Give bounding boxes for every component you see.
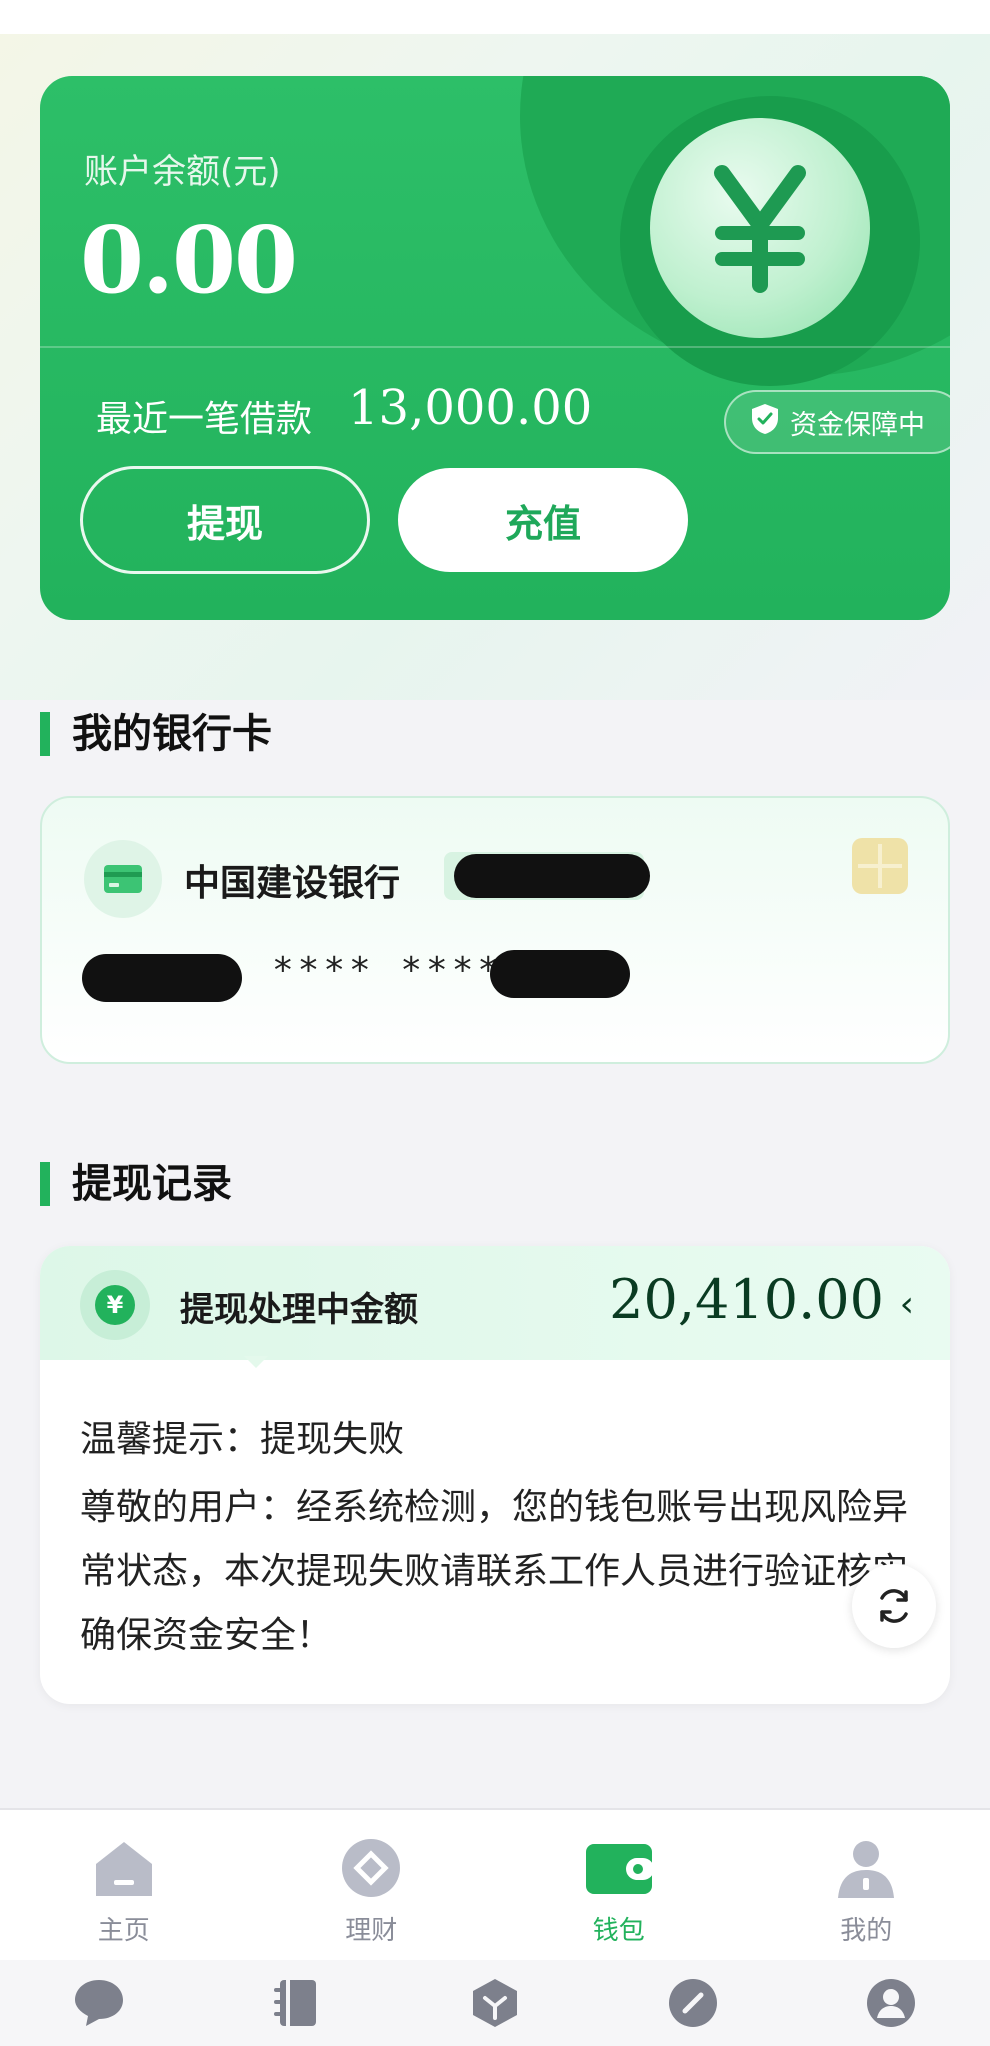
redaction: [490, 950, 630, 998]
recent-loan-label: 最近一笔借款: [96, 399, 313, 440]
withdrawal-record-card: ¥ 提现处理中金额 20,410.00 ‹ 温馨提示：提现失败 尊敬的用户：经系…: [40, 1246, 950, 1704]
safety-badge-label: 资金保障中: [790, 409, 925, 441]
tab-home[interactable]: 主页: [0, 1810, 248, 1962]
shield-icon: [750, 402, 780, 443]
yen-coin-icon: ¥: [80, 1270, 150, 1340]
balance-label: 账户余额(元): [84, 152, 281, 192]
withdraw-button[interactable]: 提现: [80, 466, 370, 574]
refresh-button[interactable]: [852, 1564, 936, 1648]
bank-section-title: 我的银行卡: [40, 712, 272, 756]
tab-bar: 主页 理财 钱包 我的: [0, 1808, 990, 1962]
record-section-title: 提现记录: [40, 1162, 232, 1206]
user-circle-icon[interactable]: [864, 1976, 918, 2030]
cube-icon[interactable]: [468, 1976, 522, 2030]
tab-finance-label: 理财: [345, 1916, 398, 1946]
tab-wallet[interactable]: 钱包: [495, 1810, 743, 1962]
tip-body: 尊敬的用户：经系统检测，您的钱包账号出现风险异常状态，本次提现失败请联系工作人员…: [80, 1487, 909, 1656]
tab-wallet-label: 钱包: [592, 1916, 645, 1946]
chevron-left-icon[interactable]: ‹: [900, 1284, 914, 1325]
tip-title: 温馨提示：提现失败: [80, 1419, 405, 1460]
refresh-icon: [880, 1589, 908, 1623]
wallet-icon: [585, 1844, 654, 1894]
bank-name: 中国建设银行: [184, 863, 401, 904]
safety-badge: 资金保障中: [724, 390, 950, 454]
balance-card: 账户余额(元) 0.00 最近一笔借款 13,000.00 资金保障中 提现 充…: [40, 76, 950, 620]
record-amount: 20,410.00: [609, 1268, 884, 1331]
tab-profile[interactable]: 我的: [743, 1810, 990, 1962]
coin: [650, 118, 870, 338]
redaction: [82, 954, 242, 1002]
system-nav-bar: [0, 1960, 990, 2046]
card-icon: [84, 840, 162, 918]
recharge-button[interactable]: 充值: [398, 468, 688, 572]
yen-icon: [650, 118, 870, 338]
finance-icon: [342, 1839, 401, 1897]
bank-card[interactable]: 中国建设银行 **** ****: [40, 796, 950, 1064]
record-title: 提现处理中金额: [180, 1290, 418, 1330]
profile-icon: [838, 1841, 895, 1898]
notch: [244, 1356, 268, 1368]
tab-finance[interactable]: 理财: [248, 1810, 496, 1962]
chip-icon: [852, 838, 908, 894]
redaction: [454, 854, 650, 898]
tab-profile-label: 我的: [840, 1916, 893, 1946]
book-icon[interactable]: [270, 1976, 324, 2030]
home-icon: [95, 1842, 152, 1896]
status-bar: [0, 0, 990, 34]
divider: [40, 346, 950, 348]
recent-loan-value: 13,000.00: [348, 380, 593, 436]
compass-icon[interactable]: [666, 1976, 720, 2030]
record-header[interactable]: ¥ 提现处理中金额 20,410.00 ‹: [40, 1246, 950, 1360]
balance-amount: 0.00: [80, 206, 298, 314]
tab-home-label: 主页: [97, 1916, 150, 1946]
chat-icon[interactable]: [72, 1976, 126, 2030]
card-number: **** ****: [272, 950, 504, 991]
